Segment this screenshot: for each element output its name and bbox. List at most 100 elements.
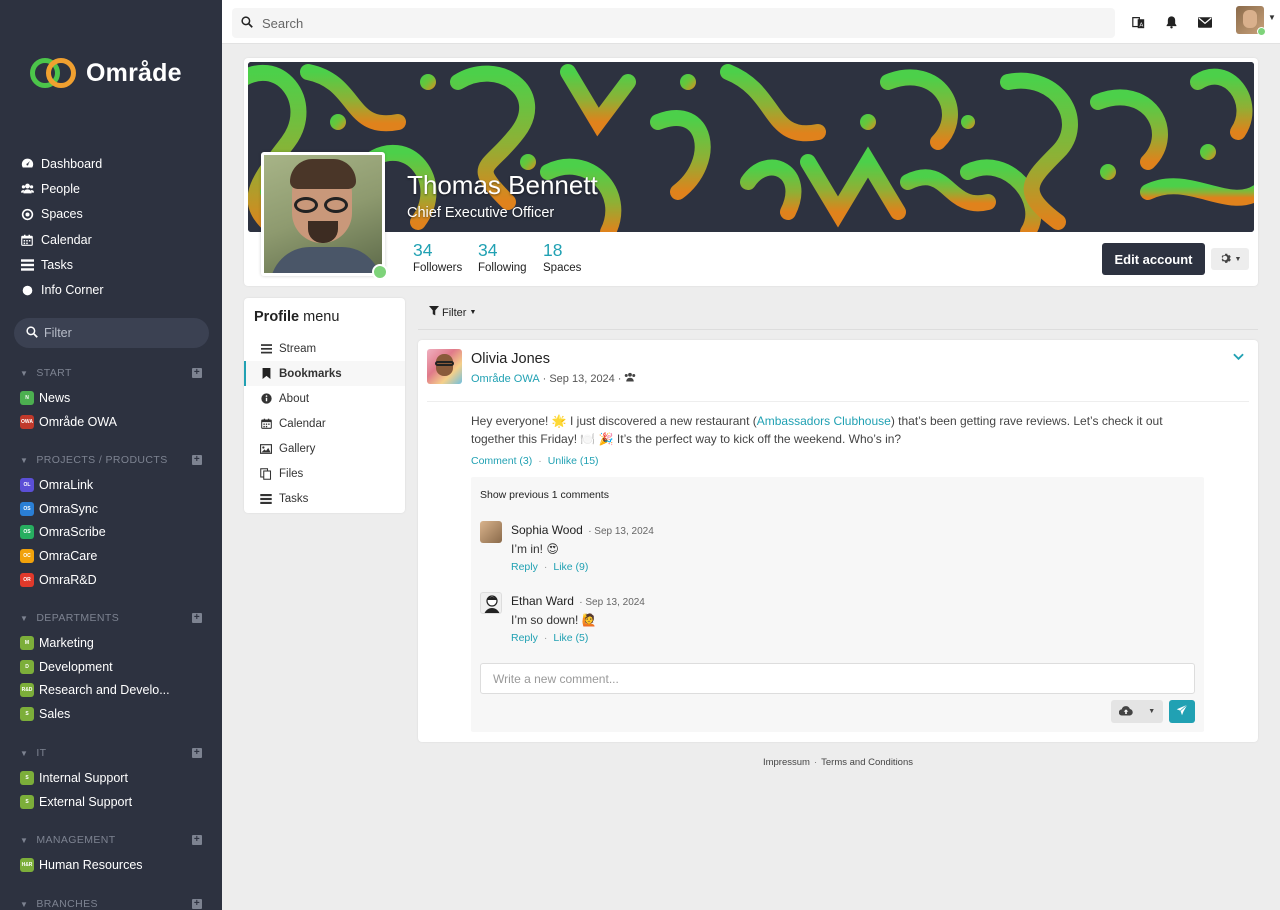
comment-author-avatar[interactable] (480, 521, 502, 543)
mail-icon[interactable] (1197, 14, 1213, 30)
nav-item-info-corner[interactable]: Info Corner (20, 277, 210, 302)
edit-account-button[interactable]: Edit account (1102, 243, 1205, 275)
logo-rings-icon (30, 56, 78, 90)
show-previous-comments[interactable]: Show previous 1 comments (480, 489, 609, 501)
menu-item-label: Calendar (279, 417, 326, 430)
section-header[interactable]: ▼ PROJECTS / PRODUCTS + (20, 452, 202, 468)
like-button[interactable]: Like (9) (553, 561, 588, 573)
comment-author-name[interactable]: Sophia Wood (511, 523, 583, 537)
space-label: News (39, 390, 71, 405)
comment-button[interactable]: Comment (3) (471, 455, 532, 467)
section-header[interactable]: ▼ DEPARTMENTS + (20, 610, 202, 626)
section-title: IT (36, 747, 47, 759)
add-icon[interactable]: + (192, 368, 202, 378)
sidebar-space-research[interactable]: R&D Research and Develo... (20, 678, 202, 702)
nav-item-calendar[interactable]: Calendar (20, 227, 210, 252)
space-label: OmraCare (39, 548, 98, 563)
stat-followers[interactable]: 34 Followers (413, 240, 462, 274)
post-link[interactable]: Ambassadors Clubhouse (757, 414, 891, 428)
profile-settings-button[interactable]: ▼ (1211, 248, 1249, 270)
impressum-link[interactable]: Impressum (763, 757, 810, 768)
visibility-users-icon (624, 372, 636, 385)
like-button[interactable]: Like (5) (553, 632, 588, 644)
unlike-button[interactable]: Unlike (15) (548, 455, 599, 467)
translate-icon[interactable]: A (1130, 14, 1146, 30)
send-comment-button[interactable] (1169, 700, 1195, 723)
post-meta: Område OWA · Sep 13, 2024 · (471, 372, 636, 385)
reply-button[interactable]: Reply (511, 632, 538, 644)
sidebar-filter-input[interactable] (44, 326, 194, 340)
nav-item-dashboard[interactable]: Dashboard (20, 151, 210, 176)
space-label: Human Resources (39, 857, 143, 872)
sidebar-section-management: ▼ MANAGEMENT + H&R Human Resources (20, 832, 202, 877)
upload-button[interactable]: ▼ (1111, 700, 1163, 723)
nav-item-label: Info Corner (41, 283, 104, 298)
profile-picture[interactable] (261, 152, 385, 276)
filter-dropdown[interactable]: Filter ▼ (429, 306, 476, 319)
new-comment-input[interactable] (480, 663, 1195, 694)
stat-spaces[interactable]: 18 Spaces (543, 240, 581, 274)
add-icon[interactable]: + (192, 613, 202, 623)
section-header[interactable]: ▼ MANAGEMENT + (20, 832, 202, 848)
stat-following[interactable]: 34 Following (478, 240, 527, 274)
sidebar-section-projects: ▼ PROJECTS / PRODUCTS + OL OmraLink OS Om… (20, 452, 202, 591)
nav-item-tasks[interactable]: Tasks (20, 252, 210, 277)
post-options-chevron-icon[interactable] (1233, 350, 1244, 364)
caret-down-icon[interactable]: ▼ (1268, 13, 1276, 22)
menu-item-label: Tasks (279, 492, 309, 505)
add-icon[interactable]: + (192, 455, 202, 465)
sidebar-space-development[interactable]: D Development (20, 655, 202, 679)
sidebar-space-news[interactable]: N News (20, 386, 202, 410)
caret-down-icon: ▼ (469, 309, 477, 316)
sidebar-space-human-resources[interactable]: H&R Human Resources (20, 853, 202, 877)
profile-menu-item-files[interactable]: Files (244, 461, 405, 486)
spaces-icon (20, 207, 34, 221)
space-badge: S (20, 706, 34, 721)
section-header[interactable]: ▼ BRANCHES + (20, 896, 202, 910)
post-author-avatar[interactable] (427, 349, 462, 384)
app-name: Område (86, 58, 182, 87)
profile-menu-item-gallery[interactable]: Gallery (244, 436, 405, 461)
profile-menu-item-bookmarks[interactable]: Bookmarks (244, 361, 405, 386)
post-space-link[interactable]: Område OWA (471, 373, 540, 385)
space-badge: OWA (20, 414, 34, 429)
section-header[interactable]: ▼ IT + (20, 745, 202, 761)
space-badge: N (20, 390, 34, 405)
comment-author-avatar[interactable] (480, 592, 502, 614)
add-icon[interactable]: + (192, 899, 202, 909)
profile-header: Thomas Bennett Chief Executive Officer 3… (244, 58, 1258, 286)
sidebar-space-omrascribe[interactable]: OS OmraScribe (20, 520, 202, 544)
post-actions: Comment (3) · Unlike (15) (471, 455, 599, 467)
sidebar-space-external-support[interactable]: S External Support (20, 790, 202, 814)
profile-menu-item-calendar[interactable]: Calendar (244, 411, 405, 436)
profile-menu-item-stream[interactable]: Stream (244, 336, 405, 361)
sidebar-space-omracare[interactable]: OC OmraCare (20, 544, 202, 568)
menu-item-label: Stream (279, 342, 317, 355)
sidebar-space-sales[interactable]: S Sales (20, 702, 202, 726)
profile-name: Thomas Bennett (407, 170, 598, 200)
comment-author-name[interactable]: Ethan Ward (511, 594, 574, 608)
nav-item-people[interactable]: People (20, 176, 210, 201)
reply-button[interactable]: Reply (511, 561, 538, 573)
nav-item-spaces[interactable]: Spaces (20, 202, 210, 227)
sidebar-space-omrasync[interactable]: OS OmraSync (20, 497, 202, 521)
profile-menu-item-about[interactable]: About (244, 386, 405, 411)
search-input[interactable] (262, 15, 1062, 31)
post-author-name[interactable]: Olivia Jones (471, 351, 550, 367)
caret-down-icon: ▼ (20, 368, 29, 378)
calendar-icon (260, 418, 272, 430)
add-icon[interactable]: + (192, 835, 202, 845)
app-logo[interactable]: Område (30, 56, 182, 90)
profile-menu-item-tasks[interactable]: Tasks (244, 486, 405, 511)
terms-link[interactable]: Terms and Conditions (821, 757, 913, 768)
section-header[interactable]: ▼ START + (20, 365, 202, 381)
sidebar-space-omrade-owa[interactable]: OWA Område OWA (20, 410, 202, 434)
nav-item-label: Calendar (41, 232, 92, 247)
sidebar-space-omrard[interactable]: OR OmraR&D (20, 568, 202, 592)
sidebar-space-internal-support[interactable]: S Internal Support (20, 766, 202, 790)
sidebar-space-omralink[interactable]: OL OmraLink (20, 473, 202, 497)
sidebar-space-marketing[interactable]: M Marketing (20, 631, 202, 655)
space-label: Marketing (39, 635, 94, 650)
add-icon[interactable]: + (192, 748, 202, 758)
bell-icon[interactable] (1163, 14, 1179, 30)
